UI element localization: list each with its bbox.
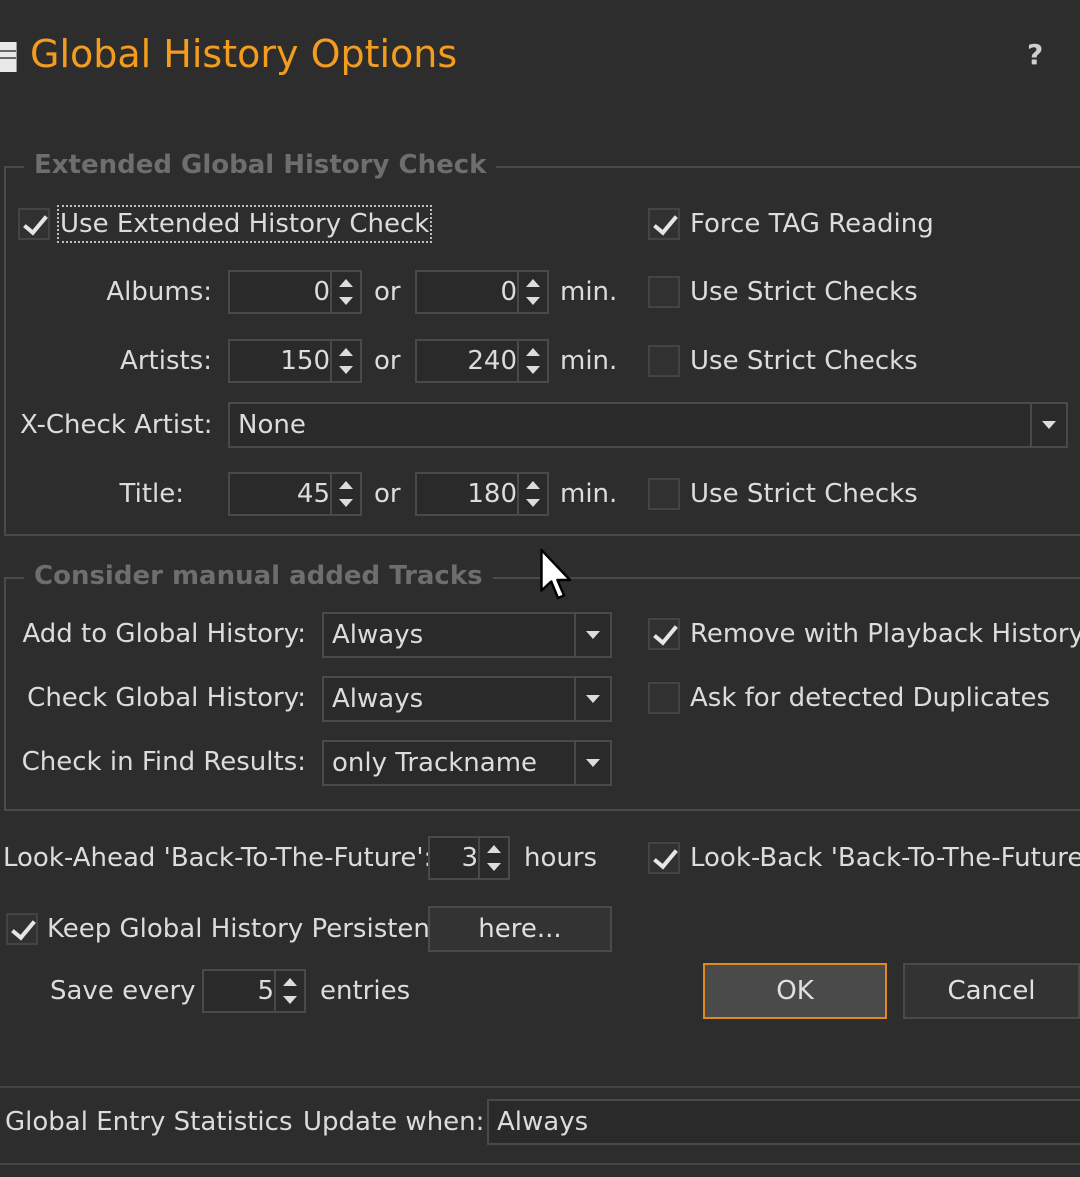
lookahead-value: 3 [461,843,478,873]
check-find-label: Check in Find Results: [21,747,306,777]
save-every-arrows-icon[interactable] [274,971,304,1011]
dialog-title: Global History Options [30,32,458,76]
lookahead-spinner[interactable]: 3 [428,836,510,880]
artists-or-label: or [374,346,401,376]
add-to-history-value: Always [332,620,424,650]
lookback-checkbox[interactable] [648,842,680,874]
title-minutes-spinner[interactable]: 180 [415,472,549,516]
artists-minutes-spinner[interactable]: 240 [415,339,549,383]
bottom-divider [0,1163,1080,1165]
title-count-value: 45 [296,479,330,509]
lookback-label[interactable]: Look-Back 'Back-To-The-Future' [690,842,1080,874]
use-extended-label[interactable]: Use Extended History Check [56,205,433,243]
check-history-value: Always [332,684,424,714]
manual-tracks-legend: Consider manual added Tracks [24,561,493,591]
force-tag-label[interactable]: Force TAG Reading [690,208,934,240]
persistent-label[interactable]: Keep Global History Persistent [47,913,440,945]
help-button[interactable]: ? [1027,38,1043,71]
save-every-value: 5 [257,976,274,1006]
save-every-spinner[interactable]: 5 [202,969,306,1013]
title-count-arrows-icon[interactable] [330,474,360,514]
albums-minutes-spinner[interactable]: 0 [415,270,549,314]
extended-history-legend: Extended Global History Check [24,150,497,180]
albums-count-value: 0 [313,277,330,307]
ask-duplicates-checkbox[interactable] [648,682,680,714]
artists-minutes-arrows-icon[interactable] [517,341,547,381]
title-strict-label[interactable]: Use Strict Checks [690,478,918,510]
persistent-checkbox[interactable] [6,913,38,945]
albums-strict-label[interactable]: Use Strict Checks [690,276,918,308]
statistics-label: Global Entry Statistics [5,1107,293,1137]
albums-or-label: or [374,277,401,307]
albums-count-arrows-icon[interactable] [330,272,360,312]
title-minutes-arrows-icon[interactable] [517,474,547,514]
artists-min-label: min. [560,346,618,376]
remove-playback-label[interactable]: Remove with Playback History [690,618,1080,650]
save-every-unit: entries [320,976,411,1006]
artists-count-value: 150 [280,346,330,376]
mouse-cursor-icon [540,548,572,600]
add-to-history-label: Add to Global History: [22,619,306,649]
xcheck-artist-label: X-Check Artist: [20,410,213,440]
use-extended-checkbox[interactable] [18,208,50,240]
albums-minutes-arrows-icon[interactable] [517,272,547,312]
albums-label: Albums: [106,277,212,307]
add-to-history-select[interactable]: Always [322,612,612,658]
check-find-select[interactable]: only Trackname [322,740,612,786]
xcheck-artist-value: None [238,410,306,440]
chevron-down-icon[interactable] [574,742,610,784]
update-when-value: Always [497,1107,589,1137]
force-tag-checkbox[interactable] [648,208,680,240]
chevron-down-icon[interactable] [1030,404,1066,446]
albums-strict-checkbox[interactable] [648,276,680,308]
update-when-label: Update when: [303,1107,485,1137]
lookahead-unit: hours [524,843,598,873]
artists-count-arrows-icon[interactable] [330,341,360,381]
artists-minutes-value: 240 [467,346,517,376]
ok-button[interactable]: OK [703,963,887,1019]
artists-strict-label[interactable]: Use Strict Checks [690,345,918,377]
check-history-select[interactable]: Always [322,676,612,722]
lookahead-arrows-icon[interactable] [478,838,508,878]
title-min-label: min. [560,479,618,509]
check-find-value: only Trackname [332,748,538,778]
ask-duplicates-label[interactable]: Ask for detected Duplicates [690,682,1050,714]
title-label: Title: [119,479,184,509]
chevron-down-icon[interactable] [574,614,610,656]
chevron-down-icon[interactable] [574,678,610,720]
artists-count-spinner[interactable]: 150 [228,339,362,383]
lookahead-label: Look-Ahead 'Back-To-The-Future': [3,843,433,873]
window-icon [0,42,17,72]
title-count-spinner[interactable]: 45 [228,472,362,516]
title-minutes-value: 180 [467,479,517,509]
statistics-divider [0,1086,1080,1088]
here-button[interactable]: here... [428,906,612,952]
xcheck-artist-select[interactable]: None [228,402,1068,448]
albums-count-spinner[interactable]: 0 [228,270,362,314]
save-every-label: Save every [50,976,196,1006]
artists-label: Artists: [120,346,212,376]
cancel-button[interactable]: Cancel [903,963,1080,1019]
title-strict-checkbox[interactable] [648,478,680,510]
update-when-select[interactable]: Always [487,1099,1080,1145]
albums-min-label: min. [560,277,618,307]
albums-minutes-value: 0 [500,277,517,307]
remove-playback-checkbox[interactable] [648,618,680,650]
title-or-label: or [374,479,401,509]
artists-strict-checkbox[interactable] [648,345,680,377]
check-history-label: Check Global History: [27,683,306,713]
